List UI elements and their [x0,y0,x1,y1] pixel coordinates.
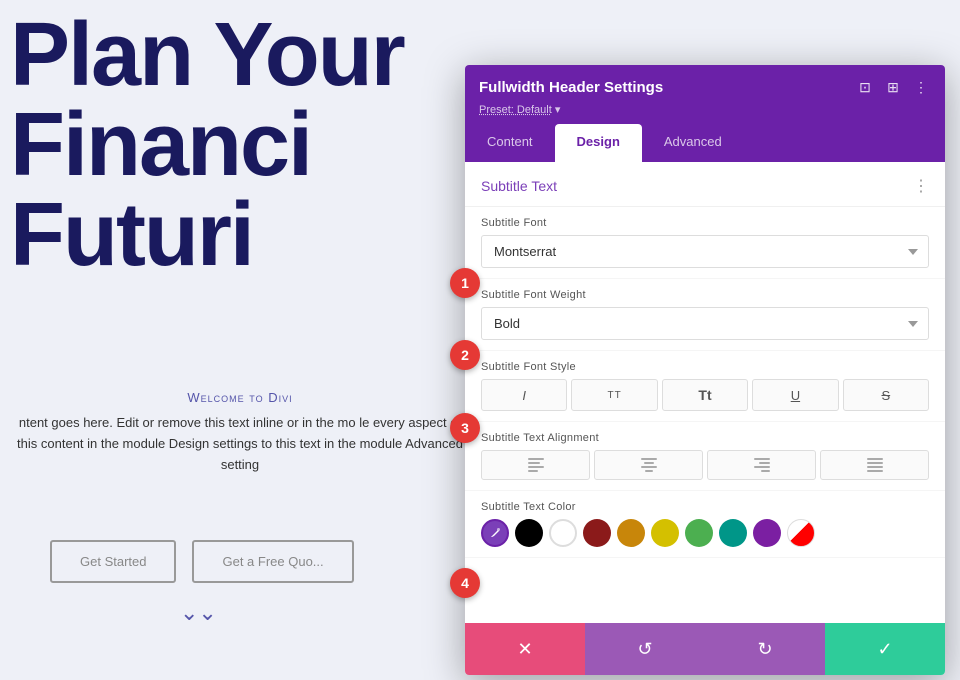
settings-panel: Fullwidth Header Settings ⊡ ⊞ ⋮ Preset: … [465,65,945,675]
style-tt-large-button[interactable]: Tt [662,379,748,411]
color-swatch-darkred[interactable] [583,519,611,547]
style-buttons-group: I TT Tt U S [481,379,929,411]
align-buttons-group [481,450,929,480]
redo-button[interactable]: ↻ [705,623,825,675]
cancel-icon: ✕ [517,639,532,660]
color-swatch-yellow[interactable] [651,519,679,547]
panel-header: Fullwidth Header Settings ⊡ ⊞ ⋮ Preset: … [465,65,945,124]
section-header: Subtitle Text ⋮ [465,162,945,207]
subtitle-font-style-group: Subtitle Font Style I TT Tt U S [465,351,945,422]
subtitle-font-label: Subtitle Font [481,217,929,229]
style-tt-small-button[interactable]: TT [571,379,657,411]
more-icon[interactable]: ⋮ [911,77,931,97]
subtitle-font-weight-select-wrapper: Bold Normal Light Thin [481,307,929,340]
align-center-button[interactable] [594,450,703,480]
section-more-icon[interactable]: ⋮ [913,176,929,196]
panel-body: Subtitle Text ⋮ Subtitle Font Montserrat… [465,162,945,623]
tab-design[interactable]: Design [555,124,642,162]
color-swatch-purple[interactable] [753,519,781,547]
style-strikethrough-button[interactable]: S [843,379,929,411]
page-subtitle-area: Welcome to Divi ntent goes here. Edit or… [10,390,470,475]
subtitle-font-style-label: Subtitle Font Style [481,361,929,373]
get-started-button[interactable]: Get Started [50,540,176,583]
cancel-button[interactable]: ✕ [465,623,585,675]
welcome-text: Welcome to Divi [10,390,470,405]
redo-icon: ↻ [757,639,772,660]
color-swatch-none[interactable] [787,519,815,547]
section-title: Subtitle Text [481,178,557,194]
subtitle-text-color-group: Subtitle Text Color [465,491,945,558]
step-badge-3: 3 [450,413,480,443]
confirm-button[interactable]: ✓ [825,623,945,675]
panel-title: Fullwidth Header Settings [479,79,663,96]
free-quote-button[interactable]: Get a Free Quo... [192,540,353,583]
align-justify-button[interactable] [820,450,929,480]
subtitle-font-weight-label: Subtitle Font Weight [481,289,929,301]
body-text: ntent goes here. Edit or remove this tex… [10,413,470,475]
undo-button[interactable]: ↺ [585,623,705,675]
subtitle-font-weight-select[interactable]: Bold Normal Light Thin [481,307,929,340]
subtitle-font-select[interactable]: Montserrat Open Sans Roboto Lato [481,235,929,268]
subtitle-text-alignment-label: Subtitle Text Alignment [481,432,929,444]
align-left-button[interactable] [481,450,590,480]
minimize-icon[interactable]: ⊡ [855,77,875,97]
color-swatch-black[interactable] [515,519,543,547]
subtitle-font-group: Subtitle Font Montserrat Open Sans Robot… [465,207,945,279]
color-swatch-orange[interactable] [617,519,645,547]
undo-icon: ↺ [637,639,652,660]
color-swatch-green[interactable] [685,519,713,547]
panel-header-icons: ⊡ ⊞ ⋮ [855,77,931,97]
expand-icon[interactable]: ⊞ [883,77,903,97]
color-picker-button[interactable] [481,519,509,547]
confirm-icon: ✓ [877,639,892,660]
step-badge-2: 2 [450,340,480,370]
page-buttons: Get Started Get a Free Quo... [50,540,354,583]
style-underline-button[interactable]: U [752,379,838,411]
panel-header-top: Fullwidth Header Settings ⊡ ⊞ ⋮ [479,77,931,97]
hero-text: Plan YourFinanciFuturi [10,10,404,280]
subtitle-text-alignment-group: Subtitle Text Alignment [465,422,945,491]
tab-content[interactable]: Content [465,124,555,162]
scroll-chevron: ⌄⌄ [180,600,217,626]
step-badge-4: 4 [450,568,480,598]
step-badge-1: 1 [450,268,480,298]
panel-tabs: Content Design Advanced [465,124,945,162]
subtitle-font-weight-group: Subtitle Font Weight Bold Normal Light T… [465,279,945,351]
subtitle-font-select-wrapper: Montserrat Open Sans Roboto Lato [481,235,929,268]
color-swatch-white[interactable] [549,519,577,547]
style-italic-button[interactable]: I [481,379,567,411]
panel-actions: ✕ ↺ ↻ ✓ [465,623,945,675]
color-swatches-group [481,519,929,547]
color-swatch-teal[interactable] [719,519,747,547]
panel-preset[interactable]: Preset: Default ▾ [479,103,931,116]
subtitle-text-color-label: Subtitle Text Color [481,501,929,513]
align-right-button[interactable] [707,450,816,480]
tab-advanced[interactable]: Advanced [642,124,744,162]
